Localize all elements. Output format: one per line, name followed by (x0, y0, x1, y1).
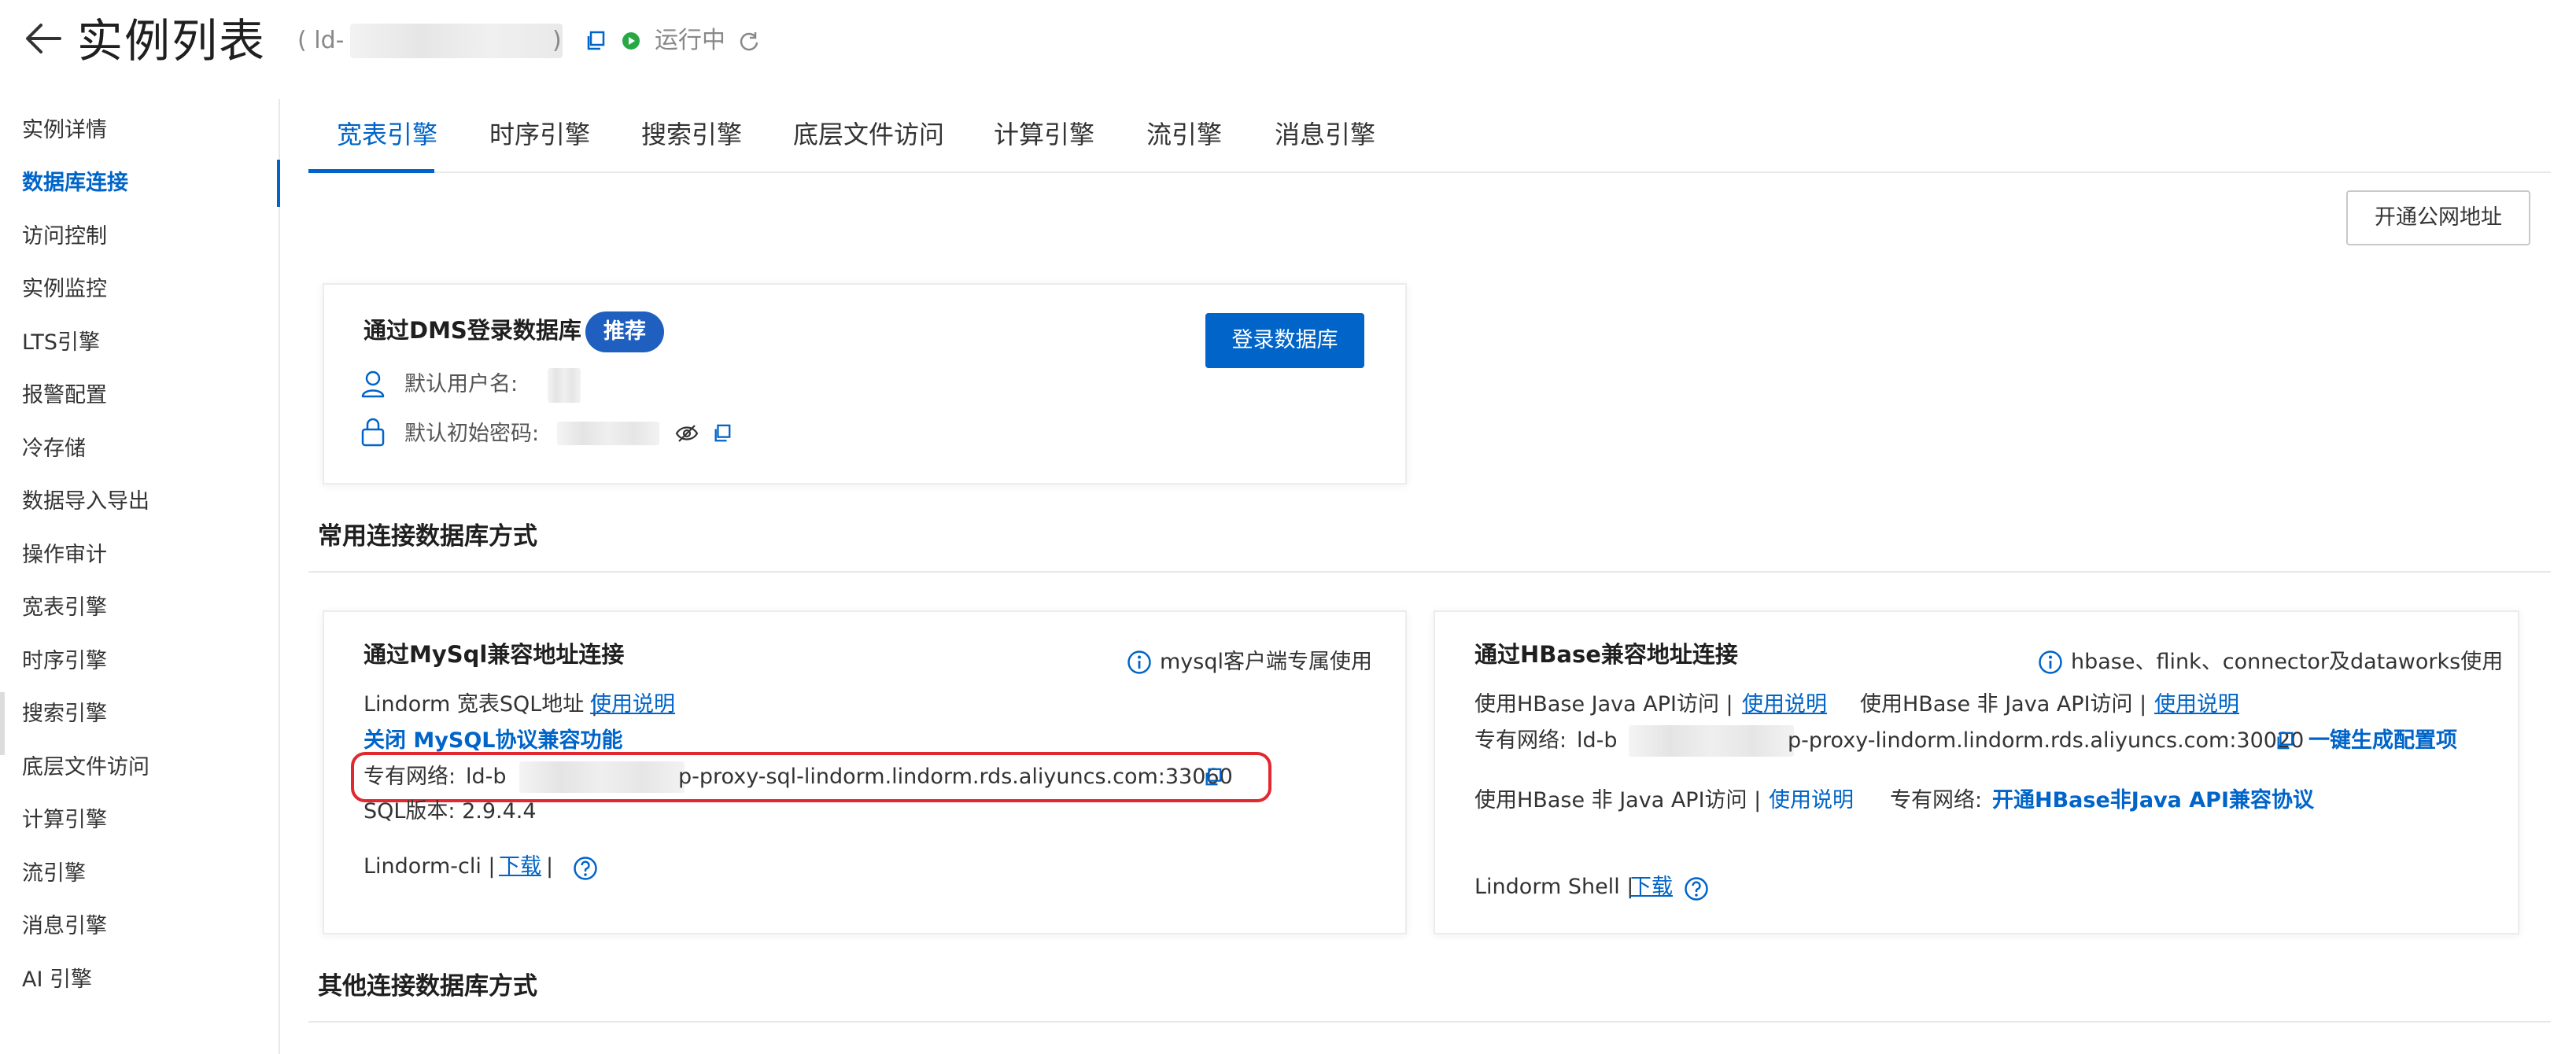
hbase-non-java-api-label: 使用HBase 非 Java API访问 | (1860, 692, 2147, 717)
tab-stream-engine[interactable]: 流引擎 (1146, 115, 1222, 154)
tab-compute-engine[interactable]: 计算引擎 (994, 115, 1094, 154)
hbase-usage-hint: hbase、flink、connector及dataworks使用 (2071, 650, 2504, 674)
hbase-java-usage-link[interactable]: 使用说明 (1742, 689, 1827, 720)
info-icon (1127, 650, 1151, 674)
lock-icon (361, 418, 385, 447)
sidebar-nav: 实例详情 数据库连接 访问控制 实例监控 LTS引擎 报警配置 冷存储 数据导入… (0, 99, 280, 1054)
redacted-username (548, 368, 581, 403)
eye-hidden-icon[interactable] (675, 423, 699, 444)
tab-wide-table-engine[interactable]: 宽表引擎 (337, 115, 437, 154)
sidebar-item-audit[interactable]: 操作审计 (22, 540, 107, 571)
active-tab-indicator (308, 169, 434, 173)
hbase-non-java-api-label-2: 使用HBase 非 Java API访问 | (1474, 788, 1762, 813)
copy-password-icon[interactable] (713, 424, 732, 443)
default-password-label: 默认初始密码: (404, 422, 540, 446)
sidebar-item-db-connection[interactable]: 数据库连接 (22, 168, 128, 199)
mysql-client-hint: mysql客户端专属使用 (1160, 650, 1372, 674)
tab-timeseries-engine[interactable]: 时序引擎 (489, 115, 590, 154)
hbase-vpc-address-prefix: ld-b (1577, 728, 1618, 753)
instance-id-prefix: ( ld- (297, 27, 345, 54)
sidebar-item-alert-config[interactable]: 报警配置 (22, 380, 107, 411)
sidebar-item-instance-details[interactable]: 实例详情 (22, 115, 107, 146)
dms-card-title: 通过DMS登录数据库 (364, 317, 581, 344)
instance-id-suffix: ) (552, 27, 562, 54)
sidebar-item-timeseries-engine[interactable]: 时序引擎 (22, 646, 107, 677)
tab-label: 宽表引擎 (337, 120, 438, 149)
highlight-annotation (351, 752, 1271, 802)
sql-address-label: Lindorm 宽表SQL地址 | (364, 692, 598, 717)
sidebar-item-search-engine[interactable]: 搜索引擎 (22, 698, 107, 730)
sidebar-item-cold-storage[interactable]: 冷存储 (22, 433, 86, 465)
copy-address-icon[interactable] (2275, 732, 2294, 750)
other-connection-heading: 其他连接数据库方式 (318, 972, 537, 1001)
copy-icon[interactable] (585, 31, 606, 51)
sidebar-item-data-import-export[interactable]: 数据导入导出 (22, 486, 149, 518)
sql-version: SQL版本: 2.9.4.4 (364, 799, 537, 824)
hbase-non-java-usage-link[interactable]: 使用说明 (2154, 689, 2239, 720)
enable-hbase-non-java-protocol-link[interactable]: 开通HBase非Java API兼容协议 (1992, 785, 2314, 816)
info-icon (2039, 650, 2062, 674)
login-database-button[interactable]: 登录数据库 (1205, 313, 1364, 368)
sidebar-item-file-access[interactable]: 底层文件访问 (22, 752, 149, 783)
lindorm-cli-label: Lindorm-cli | (364, 854, 496, 879)
refresh-icon[interactable] (738, 30, 760, 52)
sidebar-item-message-engine[interactable]: 消息引擎 (22, 911, 107, 942)
cli-separator: | (546, 854, 554, 879)
mysql-card-title: 通过MySql兼容地址连接 (364, 641, 625, 668)
page-header: 实例列表 ( ld- ) 运行中 (0, 0, 2576, 87)
hbase-java-api-label: 使用HBase Java API访问 | (1474, 692, 1733, 717)
status-text: 运行中 (655, 27, 725, 54)
hbase-non-java-usage-link-2[interactable]: 使用说明 (1769, 785, 1854, 816)
tab-file-access[interactable]: 底层文件访问 (793, 115, 944, 154)
sidebar-item-access-control[interactable]: 访问控制 (22, 221, 107, 252)
sidebar-item-ai-engine[interactable]: AI 引擎 (22, 964, 92, 996)
recommended-badge: 推荐 (585, 311, 664, 352)
sidebar-collapse-handle[interactable] (0, 692, 5, 755)
redacted-address (1629, 725, 1794, 757)
mysql-usage-link[interactable]: 使用说明 (590, 689, 675, 720)
help-icon[interactable] (573, 856, 598, 881)
help-icon[interactable] (1684, 876, 1709, 901)
tab-message-engine[interactable]: 消息引擎 (1275, 115, 1375, 154)
sidebar-item-instance-monitor[interactable]: 实例监控 (22, 274, 107, 305)
default-username-label: 默认用户名: (404, 372, 519, 396)
hbase-vpc-label: 专有网络: (1474, 728, 1567, 753)
redacted-password (557, 422, 659, 445)
shell-download-link[interactable]: 下载 (1630, 872, 1673, 903)
sidebar-active-indicator (277, 160, 280, 207)
generate-config-link[interactable]: 一键生成配置项 (2308, 725, 2457, 757)
hbase-vpc-label-2: 专有网络: (1890, 788, 1983, 813)
user-icon (361, 370, 385, 398)
hbase-card-title: 通过HBase兼容地址连接 (1474, 641, 1738, 668)
section-divider (308, 571, 2551, 573)
page-title: 实例列表 (77, 14, 267, 68)
running-status-icon (622, 32, 640, 50)
sidebar-item-lts-engine[interactable]: LTS引擎 (22, 327, 100, 359)
lindorm-shell-label: Lindorm Shell | (1474, 875, 1634, 899)
redacted-instance-id (350, 24, 563, 58)
engine-tabs: 宽表引擎 时序引擎 搜索引擎 底层文件访问 计算引擎 流引擎 消息引擎 (308, 102, 2551, 173)
back-arrow-icon[interactable] (20, 16, 66, 61)
sidebar-item-compute-engine[interactable]: 计算引擎 (22, 805, 107, 836)
enable-public-address-button[interactable]: 开通公网地址 (2346, 190, 2530, 245)
sidebar-item-stream-engine[interactable]: 流引擎 (22, 858, 86, 890)
sidebar-item-wide-table-engine[interactable]: 宽表引擎 (22, 592, 107, 624)
hbase-vpc-address-suffix: p-proxy-lindorm.lindorm.rds.aliyuncs.com… (1788, 728, 2305, 753)
tab-search-engine[interactable]: 搜索引擎 (641, 115, 742, 154)
common-connection-heading: 常用连接数据库方式 (318, 522, 537, 551)
section-divider (308, 1021, 2551, 1023)
cli-download-link[interactable]: 下载 (499, 851, 541, 883)
